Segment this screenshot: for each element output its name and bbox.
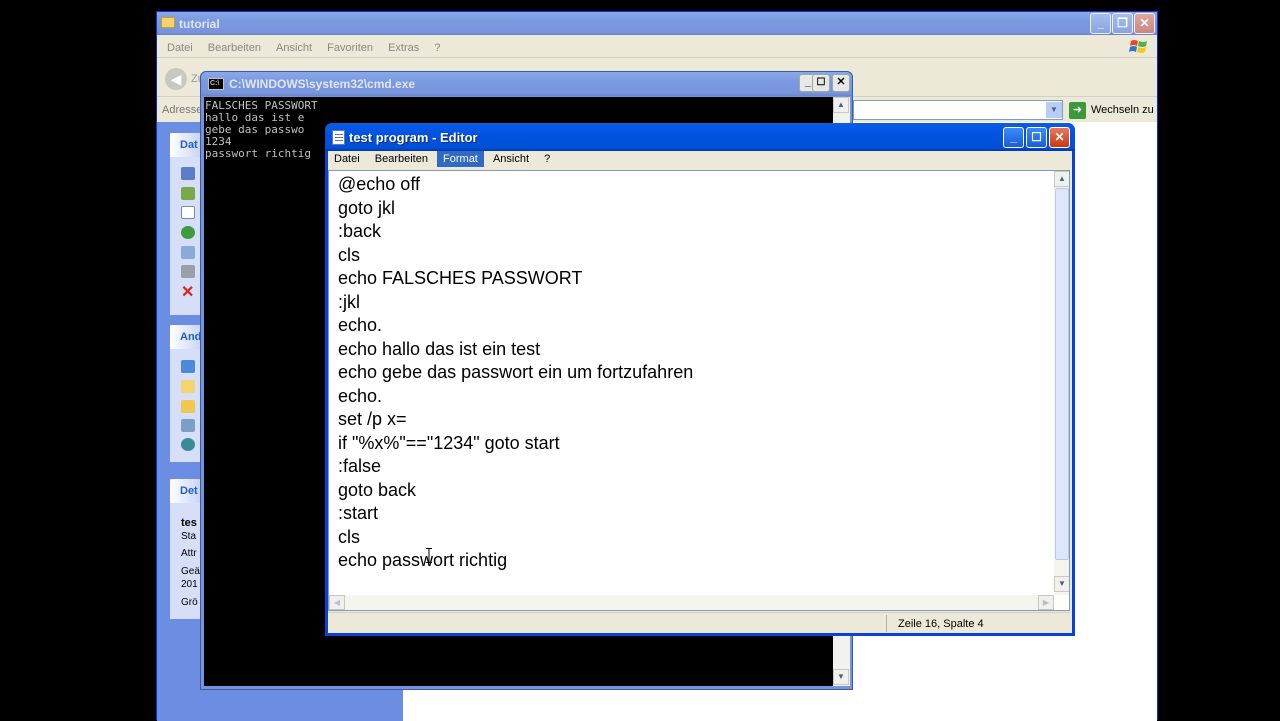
cmd-scroll-down-button[interactable]: ▼ (833, 669, 849, 685)
code-line: cls (338, 244, 360, 265)
menu-help[interactable]: ? (428, 40, 446, 56)
copy-icon[interactable] (181, 206, 195, 219)
back-arrow-icon[interactable]: ◀ (165, 68, 187, 90)
cmd-scroll-up-button[interactable]: ▲ (833, 97, 849, 113)
move-icon[interactable] (181, 187, 195, 200)
code-line: @echo off (338, 174, 420, 194)
code-line: echo FALSCHES PASSWORT (338, 268, 583, 288)
detail-modified: Geä (181, 566, 200, 577)
detail-year: 201 (181, 579, 198, 590)
editor-minimize-button[interactable]: _ (1003, 127, 1024, 148)
code-line: :back (338, 221, 382, 241)
editor-scroll-thumb[interactable] (1055, 188, 1069, 560)
editor-scroll-up-button[interactable]: ▲ (1054, 171, 1069, 187)
maximize-button[interactable]: ❐ (1112, 13, 1133, 34)
editor-menu-help[interactable]: ? (538, 151, 556, 167)
editor-scroll-right-button[interactable]: ▶ (1038, 595, 1054, 610)
menu-extras[interactable]: Extras (382, 40, 425, 56)
code-line: :jkl (338, 291, 360, 312)
editor-menu-ansicht[interactable]: Ansicht (487, 151, 535, 167)
task-panel-head-details[interactable]: Det (170, 479, 202, 503)
editor-menu-format[interactable]: Format (437, 151, 484, 167)
task-panel-head-other[interactable]: And (170, 325, 202, 349)
folder-icon (161, 17, 175, 28)
code-line: echo hallo das ist ein test (338, 338, 541, 359)
code-line: echo gebe das passwort ein um fortzufahr… (338, 362, 694, 382)
code-line: echo. (338, 385, 383, 406)
status-divider (886, 615, 887, 632)
address-input[interactable] (853, 100, 1063, 120)
explorer-title: tutorial (179, 17, 220, 31)
code-line: set /p x= (338, 409, 407, 429)
code-line: goto jkl (338, 197, 396, 218)
notepad-icon (332, 130, 345, 145)
menu-datei[interactable]: Datei (161, 40, 199, 56)
shared-folder-icon[interactable] (181, 400, 195, 413)
editor-content: @echo off goto jkl :back cls echo FALSCH… (338, 173, 693, 573)
detail-attributes: Attr (181, 548, 197, 559)
menu-favoriten[interactable]: Favoriten (321, 40, 379, 56)
cmd-maximize-button[interactable]: ☐ (812, 74, 830, 92)
detail-status: Sta (181, 531, 197, 542)
email-icon[interactable] (181, 246, 195, 259)
go-label[interactable]: Wechseln zu (1091, 104, 1154, 116)
editor-menu-bar: Datei Bearbeiten Format Ansicht ? (328, 151, 1072, 169)
detail-size: Grö (181, 597, 198, 608)
rename-icon[interactable] (181, 167, 195, 180)
editor-title-bar[interactable]: test program - Editor _ ☐ ✕ (325, 123, 1075, 151)
editor-vscrollbar[interactable]: ▲ ▼ (1054, 171, 1069, 595)
editor-body: Datei Bearbeiten Format Ansicht ? @echo … (328, 151, 1072, 633)
computer-icon[interactable] (181, 419, 195, 432)
detail-name: tes (181, 517, 197, 529)
editor-status-bar: Zeile 16, Spalte 4 (328, 612, 1070, 633)
code-line: echo. (338, 315, 383, 335)
code-line: cls (338, 526, 360, 547)
code-line: if "%x%"=="1234" goto start (338, 432, 560, 453)
documents-icon[interactable] (181, 380, 195, 393)
cmd-icon: C:\ (208, 78, 224, 90)
menu-ansicht[interactable]: Ansicht (270, 40, 318, 56)
minimize-button[interactable]: _ (1090, 13, 1111, 34)
task-panel-head-files[interactable]: Dat (170, 133, 202, 157)
menu-bearbeiten[interactable]: Bearbeiten (202, 40, 267, 56)
editor-scroll-left-button[interactable]: ◀ (329, 595, 345, 610)
code-line: :false (338, 456, 382, 476)
editor-scroll-down-button[interactable]: ▼ (1054, 576, 1069, 592)
web-icon[interactable] (181, 226, 195, 239)
cmd-title-bar[interactable]: C:\ C:\WINDOWS\system32\cmd.exe _ ☐ ✕ (201, 72, 852, 96)
editor-maximize-button[interactable]: ☐ (1026, 127, 1047, 148)
editor-title: test program - Editor (349, 130, 478, 145)
address-label: Adresse (162, 104, 203, 116)
editor-menu-datei[interactable]: Datei (328, 151, 366, 167)
desktop-icon[interactable] (181, 360, 195, 373)
code-line: echo passwort richtig (338, 550, 508, 570)
delete-icon[interactable]: ✕ (181, 282, 194, 302)
close-button[interactable]: ✕ (1134, 13, 1155, 34)
text-cursor-icon (426, 548, 432, 563)
code-line: goto back (338, 479, 417, 500)
dropdown-arrow-icon[interactable]: ▼ (1046, 102, 1062, 118)
windows-logo-icon (1129, 38, 1149, 56)
network-icon[interactable] (181, 438, 195, 451)
editor-window: test program - Editor _ ☐ ✕ Datei Bearbe… (325, 123, 1075, 636)
cmd-title: C:\WINDOWS\system32\cmd.exe (229, 77, 416, 91)
code-line: :start (338, 503, 379, 523)
editor-text-area[interactable]: @echo off goto jkl :back cls echo FALSCH… (328, 170, 1070, 611)
editor-menu-bearbeiten[interactable]: Bearbeiten (369, 151, 434, 167)
go-arrow-icon[interactable]: ➜ (1069, 102, 1086, 119)
explorer-title-bar[interactable]: tutorial _ ❐ ✕ (157, 12, 1157, 35)
cursor-position: Zeile 16, Spalte 4 (898, 618, 984, 630)
cmd-close-button[interactable]: ✕ (832, 74, 850, 92)
explorer-menu-bar: Datei Bearbeiten Ansicht Favoriten Extra… (157, 36, 1157, 58)
print-icon[interactable] (181, 265, 195, 278)
editor-hscrollbar[interactable]: ◀ ▶ (329, 595, 1054, 610)
editor-close-button[interactable]: ✕ (1049, 127, 1070, 148)
